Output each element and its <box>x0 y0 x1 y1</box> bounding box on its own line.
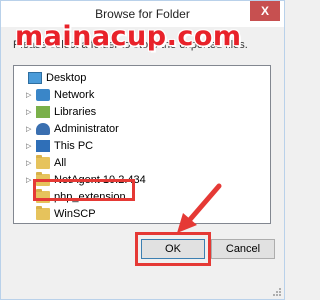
close-button[interactable]: X <box>250 1 280 21</box>
expander-icon[interactable]: ▷ <box>26 108 36 116</box>
expander-icon[interactable]: ▷ <box>26 91 36 99</box>
tree-item-label: Network <box>54 89 95 101</box>
tree-item-this-pc[interactable]: ▷ This PC <box>26 138 93 154</box>
folder-icon <box>36 155 50 169</box>
tree-item-administrator[interactable]: ▷ Administrator <box>26 121 119 137</box>
ok-button[interactable]: OK <box>141 239 205 259</box>
tree-item-network[interactable]: ▷ Network <box>26 87 94 103</box>
expander-icon[interactable]: ▷ <box>26 159 36 167</box>
folder-icon <box>36 206 50 220</box>
arrow-icon <box>177 183 222 233</box>
computer-icon <box>36 140 50 152</box>
cancel-button[interactable]: Cancel <box>211 239 275 259</box>
resize-grip-icon[interactable] <box>272 287 282 297</box>
tree-item-all[interactable]: ▷ All <box>26 155 66 171</box>
expander-icon[interactable]: ▷ <box>26 142 36 150</box>
watermark: mainacup.com <box>15 21 242 52</box>
php-extension-highlight <box>33 179 135 201</box>
dialog-title: Browse for Folder <box>95 7 190 21</box>
tree-item-desktop[interactable]: Desktop <box>18 70 86 86</box>
user-icon <box>36 123 50 135</box>
tree-item-label: This PC <box>54 140 94 152</box>
tree-item-label: WinSCP <box>54 208 96 220</box>
expander-icon[interactable]: ▷ <box>26 125 36 133</box>
tree-item-label: Desktop <box>46 72 87 84</box>
tree-item-libraries[interactable]: ▷ Libraries <box>26 104 96 120</box>
browse-folder-dialog: Browse for Folder X Please select a fold… <box>0 0 285 300</box>
tree-item-label: Libraries <box>54 106 97 118</box>
tree-item-label: Administrator <box>54 123 119 135</box>
tree-item-winscp[interactable]: WinSCP <box>26 206 96 222</box>
network-icon <box>36 89 50 101</box>
desktop-icon <box>28 72 42 84</box>
tree-item-label: All <box>54 157 67 169</box>
libraries-icon <box>36 106 50 118</box>
